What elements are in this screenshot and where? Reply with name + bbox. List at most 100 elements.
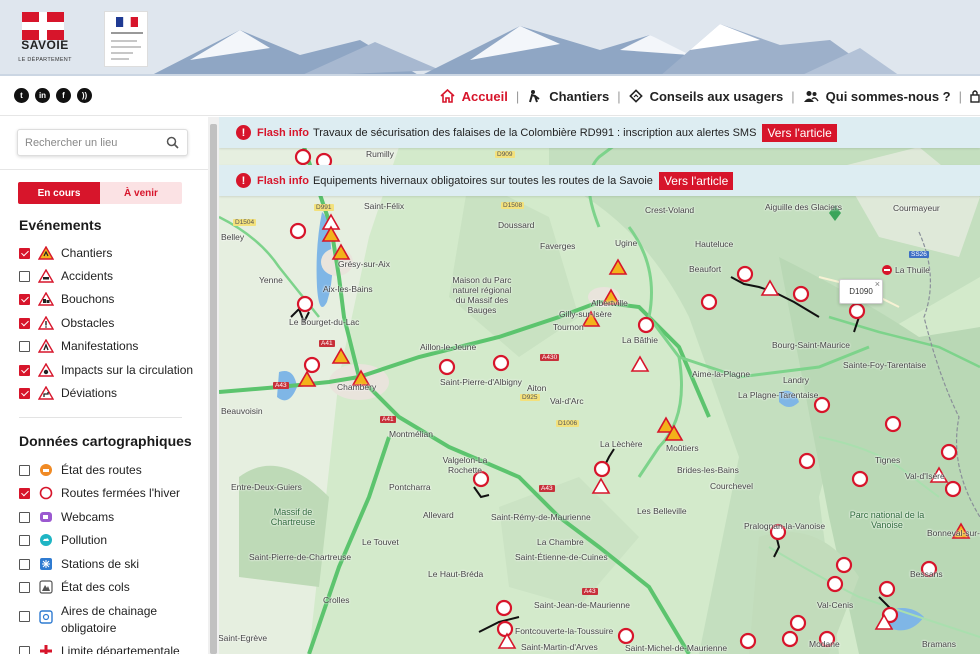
checkbox[interactable] — [19, 558, 30, 570]
nav-lock[interactable] — [962, 89, 980, 103]
layer-aires-chainage[interactable]: Aires de chainage obligatoire — [19, 603, 161, 637]
place-label: La Thuile — [895, 265, 930, 275]
checkbox[interactable] — [19, 340, 30, 352]
savoie-logo[interactable]: SAVOIE LE DÉPARTEMENT — [14, 12, 76, 68]
layer-label: Routes fermées l'hiver — [61, 486, 181, 500]
section-divider — [19, 417, 182, 418]
alert-icon: ! — [236, 125, 251, 140]
place-label: La Chambre — [537, 537, 584, 547]
nav-accueil-label: Accueil — [461, 88, 508, 104]
place-label: Brides-les-Bains — [677, 465, 739, 475]
search-input[interactable] — [18, 130, 158, 155]
place-label: Le Haut-Bréda — [428, 569, 484, 579]
place-label: Fontcouverte-la-Toussuire — [515, 626, 614, 636]
filter-chantiers[interactable]: Chantiers — [19, 245, 112, 261]
header-banner: SAVOIE LE DÉPARTEMENT — [0, 0, 980, 76]
filter-manifestations[interactable]: Manifestations — [19, 338, 138, 354]
layer-label: Aires de chainage obligatoire — [61, 604, 158, 635]
road-popup[interactable]: D1090 × — [839, 279, 883, 304]
flash-info-banner: ! Flash info Equipements hivernaux oblig… — [219, 165, 980, 196]
twitter-icon[interactable]: t — [14, 88, 29, 103]
chain-area-icon — [38, 609, 54, 625]
filter-bouchons[interactable]: Bouchons — [19, 291, 114, 307]
tab-a-venir[interactable]: À venir — [100, 182, 182, 204]
mountain-pass-icon — [38, 579, 54, 595]
roadwork-icon — [38, 245, 54, 261]
layer-label: État des routes — [61, 463, 142, 477]
nav-qui-sommes-nous[interactable]: Qui sommes-nous ? — [795, 89, 959, 104]
layer-stations-ski[interactable]: Stations de ski — [19, 556, 139, 572]
filter-impacts[interactable]: Impacts sur la circulation — [19, 362, 193, 378]
layer-etat-routes[interactable]: État des routes — [19, 462, 142, 478]
filter-deviations[interactable]: Déviations — [19, 385, 117, 401]
place-label: La Plagne-Tarentaise — [738, 390, 819, 400]
checkbox[interactable] — [19, 511, 30, 523]
checkbox[interactable] — [19, 364, 30, 376]
place-label: Entre-Deux-Guiers — [231, 482, 302, 492]
tab-en-cours[interactable]: En cours — [18, 182, 100, 204]
facebook-icon[interactable]: f — [56, 88, 71, 103]
place-label: Les Belleville — [637, 506, 687, 516]
linkedin-icon[interactable]: in — [35, 88, 50, 103]
park-label: Parc national de la Vanoise — [849, 510, 925, 530]
road-badge: A41 — [319, 340, 335, 347]
map-canvas — [219, 117, 980, 654]
layer-label: Pollution — [61, 533, 108, 547]
place-label: Montmélian — [389, 429, 433, 439]
sidebar-scrollbar-thumb[interactable] — [210, 124, 217, 654]
close-icon[interactable]: × — [875, 279, 880, 289]
obstacle-icon — [38, 315, 54, 331]
nav-qui-label: Qui sommes-nous ? — [825, 88, 951, 104]
flash-article-button[interactable]: Vers l'article — [762, 123, 837, 142]
checkbox[interactable] — [19, 247, 30, 259]
nav-conseils[interactable]: Conseils aux usagers — [621, 89, 792, 104]
checkbox[interactable] — [19, 645, 30, 654]
place-label: Val-Cenis — [817, 600, 854, 610]
checkbox[interactable] — [19, 487, 30, 499]
place-label: Faverges — [540, 241, 576, 251]
traffic-map[interactable]: Rumilly Saint-Félix Doussard Crest-Volan… — [219, 117, 980, 654]
place-label: Val-d'Isère — [905, 471, 945, 481]
accident-icon — [38, 268, 54, 284]
place-label: Beaufort — [689, 264, 722, 274]
checkbox[interactable] — [19, 293, 30, 305]
place-label: La Bâthie — [622, 335, 658, 345]
layer-label: Stations de ski — [61, 557, 140, 571]
closed-road-icon — [38, 485, 54, 501]
place-label: Aix-les-Bains — [323, 284, 373, 294]
rss-icon[interactable]: )) — [77, 88, 92, 103]
prefet-logo[interactable] — [104, 11, 148, 67]
social-links: t in f )) — [14, 88, 92, 103]
flash-article-button[interactable]: Vers l'article — [658, 171, 734, 190]
place-label: Ugine — [615, 238, 638, 248]
checkbox[interactable] — [19, 534, 30, 546]
road-badge: D909 — [495, 151, 515, 158]
layer-limite[interactable]: Limite départementale — [19, 643, 180, 654]
layer-etat-cols[interactable]: État des cols — [19, 579, 130, 595]
layer-pollution[interactable]: Pollution — [19, 532, 107, 548]
layer-label: Webcams — [61, 510, 115, 524]
nav-chantiers-label: Chantiers — [549, 88, 610, 104]
checkbox[interactable] — [19, 611, 30, 622]
layer-webcams[interactable]: Webcams — [19, 509, 114, 525]
checkbox[interactable] — [19, 581, 30, 593]
checkbox[interactable] — [19, 387, 30, 399]
road-badge: SS26 — [909, 251, 929, 258]
checkbox[interactable] — [19, 464, 30, 476]
place-label: Saint-Pierre-de-Chartreuse — [249, 552, 352, 562]
nav-accueil[interactable]: Accueil — [432, 89, 516, 104]
logo-subtext: LE DÉPARTEMENT — [18, 57, 72, 63]
place-label: Courchevel — [710, 481, 753, 491]
nav-chantiers[interactable]: Chantiers — [519, 89, 617, 104]
place-label: Bourg-Saint-Maurice — [772, 340, 850, 350]
map-data-title: Données cartographiques — [19, 433, 192, 449]
place-label: Valgelon-La Rochette — [442, 455, 488, 475]
sidebar: En cours À venir Evénements Chantiers Ac… — [0, 117, 208, 654]
place-search — [17, 129, 188, 156]
layer-routes-fermees[interactable]: Routes fermées l'hiver — [19, 485, 180, 501]
filter-obstacles[interactable]: Obstacles — [19, 315, 114, 331]
checkbox[interactable] — [19, 270, 30, 282]
filter-accidents[interactable]: Accidents — [19, 268, 113, 284]
search-icon[interactable] — [166, 136, 179, 149]
checkbox[interactable] — [19, 317, 30, 329]
